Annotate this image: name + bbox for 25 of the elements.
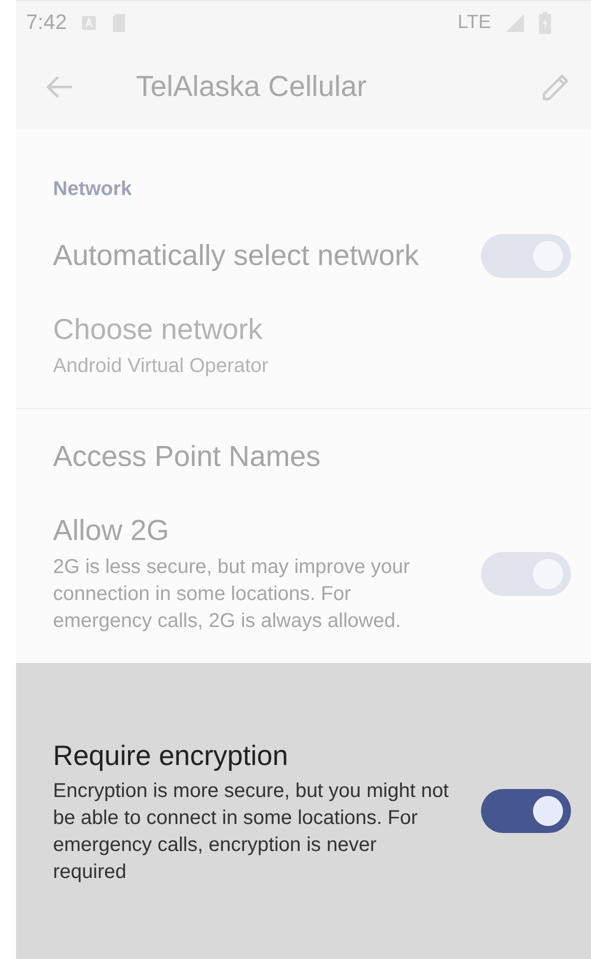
pencil-icon[interactable] bbox=[541, 72, 571, 102]
toggle-switch[interactable] bbox=[481, 552, 571, 596]
setting-row[interactable]: Automatically select network bbox=[16, 218, 591, 294]
status-time: 7:42 bbox=[26, 10, 67, 34]
back-arrow-icon[interactable] bbox=[46, 75, 74, 99]
setting-row[interactable]: Require encryption Encryption is more secure, but you might not be able to connect in some locations. For emergency calls, encryption is never required bbox=[16, 663, 591, 959]
toggle-switch[interactable] bbox=[481, 234, 571, 278]
battery-icon bbox=[539, 12, 551, 34]
screen-title: TelAlaska Cellular bbox=[136, 70, 368, 104]
setting-summary: Android Virtual Operator bbox=[53, 354, 270, 379]
setting-row[interactable]: Allow 2G 2G is less secure, but may improve your connection in some locations. For emergency calls, 2G is always allowed. bbox=[16, 495, 591, 653]
setting-title: Allow 2G bbox=[53, 514, 170, 549]
setting-summary: 2G is less secure, but may improve your connection in some locations. For emergency calls, 2G is always allowed. bbox=[53, 555, 411, 634]
setting-row[interactable]: Access Point Names bbox=[16, 419, 591, 495]
setting-title: Choose network bbox=[53, 313, 264, 348]
toggle-switch[interactable] bbox=[481, 789, 571, 833]
sd-card-icon bbox=[110, 12, 127, 32]
setting-title: Access Point Names bbox=[53, 440, 322, 474]
section-header: Network bbox=[52, 177, 133, 202]
setting-title: Require encryption bbox=[53, 738, 290, 773]
network-type: LTE bbox=[458, 12, 491, 34]
signal-icon bbox=[505, 12, 525, 32]
notification-icon bbox=[80, 14, 97, 30]
setting-summary: Encryption is more secure, but you might not be able to connect in some locations. For emergency calls, encryption is never required bbox=[53, 778, 450, 884]
setting-title: Automatically select network bbox=[53, 238, 420, 274]
